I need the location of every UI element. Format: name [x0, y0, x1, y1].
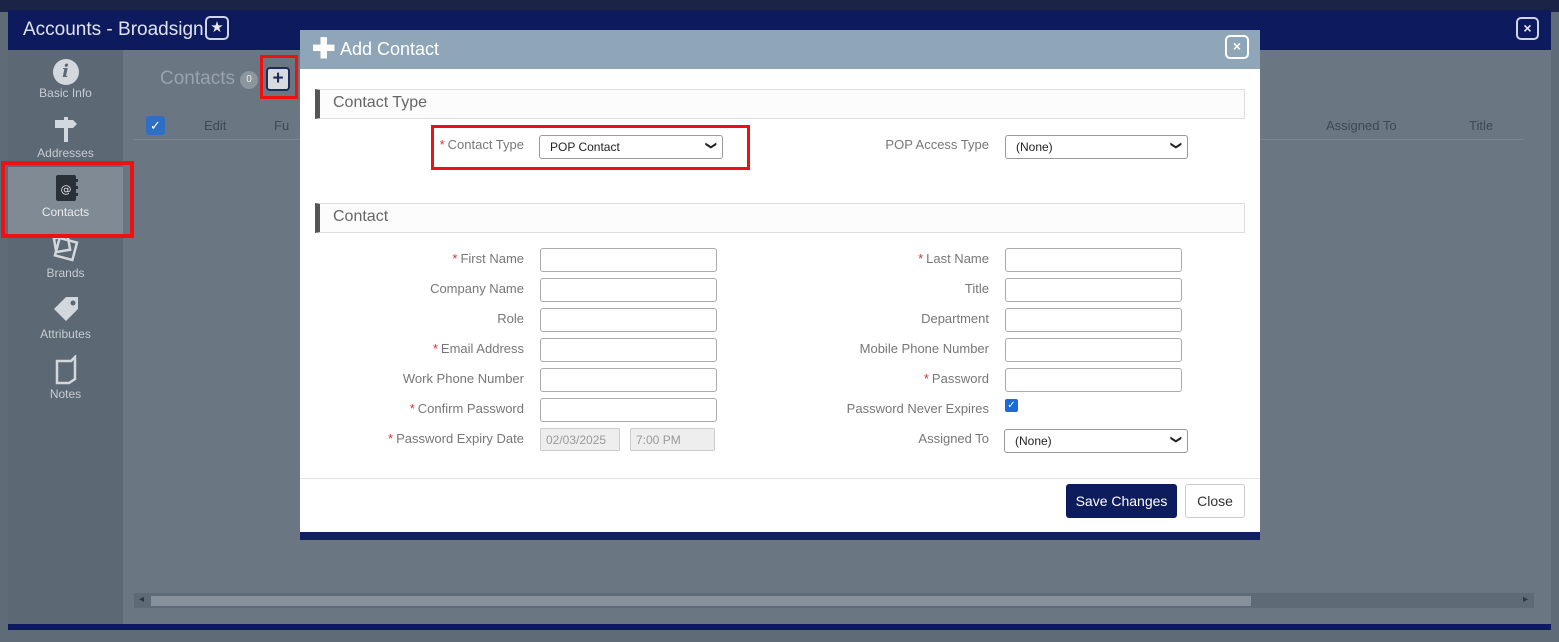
- company-name-label: Company Name: [430, 281, 524, 296]
- tags-icon: [8, 295, 123, 327]
- first-name-input[interactable]: [540, 248, 717, 272]
- count-badge: 0: [240, 71, 258, 89]
- brands-icon: [8, 234, 123, 266]
- scroll-right-icon[interactable]: ▸: [1523, 594, 1528, 605]
- confirm-password-input[interactable]: [540, 398, 717, 422]
- column-title[interactable]: Title: [1469, 118, 1493, 133]
- password-never-expires-label: Password Never Expires: [846, 401, 989, 416]
- column-edit[interactable]: Edit: [204, 118, 226, 133]
- modal-title: Add Contact: [340, 39, 440, 59]
- scroll-thumb[interactable]: [151, 596, 1251, 606]
- sidebar-item-label: Brands: [46, 266, 85, 280]
- password-label: * Password: [923, 371, 989, 386]
- title-input[interactable]: [1005, 278, 1182, 302]
- email-address-input[interactable]: [540, 338, 717, 362]
- expiry-date-input[interactable]: 02/03/2025: [540, 428, 620, 451]
- plus-icon: ✚: [312, 33, 336, 64]
- confirm-password-label: * Confirm Password: [409, 401, 524, 416]
- pop-access-type-select[interactable]: (None) ❯: [1005, 135, 1188, 159]
- company-name-input[interactable]: [540, 278, 717, 302]
- section-contact-type: Contact Type: [315, 89, 1245, 119]
- sidebar: i Basic Info Addresses @ Contacts Brands: [8, 50, 123, 624]
- column-full-name[interactable]: Fu: [274, 118, 289, 133]
- window-title: Accounts - Broadsign: [23, 19, 204, 40]
- close-button[interactable]: Close: [1185, 484, 1245, 518]
- note-icon: [8, 353, 123, 387]
- pop-access-type-label: POP Access Type: [885, 137, 989, 152]
- contacts-highlight: [1, 161, 134, 238]
- add-contact-modal: ✚ Add Contact × Contact Type * Contact Ty…: [300, 30, 1260, 540]
- sidebar-item-label: Basic Info: [39, 86, 92, 100]
- sidebar-item-label: Notes: [49, 387, 82, 401]
- modal-header: ✚ Add Contact ×: [300, 30, 1260, 69]
- add-button-highlight: [260, 55, 298, 99]
- modal-bottom-band: [300, 532, 1260, 540]
- sidebar-item-attributes[interactable]: Attributes: [8, 295, 123, 353]
- assigned-to-select[interactable]: (None) ❯: [1004, 429, 1188, 453]
- favorite-star-icon[interactable]: ★: [205, 16, 229, 40]
- role-label: Role: [497, 311, 524, 326]
- last-name-label: * Last Name: [918, 251, 989, 266]
- bottom-bar: [8, 624, 1551, 630]
- modal-close-icon[interactable]: ×: [1225, 35, 1249, 59]
- section-contact: Contact: [315, 203, 1245, 233]
- sidebar-item-notes[interactable]: Notes: [8, 353, 123, 413]
- work-phone-input[interactable]: [540, 368, 717, 392]
- password-input[interactable]: [1005, 368, 1182, 392]
- mobile-phone-label: Mobile Phone Number: [859, 341, 989, 356]
- select-all-checkbox[interactable]: ✓: [146, 116, 165, 135]
- role-input[interactable]: [540, 308, 717, 332]
- title-label: Title: [964, 281, 989, 296]
- page-title: Contacts: [160, 68, 235, 89]
- chevron-down-icon: ❯: [1169, 434, 1182, 445]
- footer-divider: [300, 478, 1260, 479]
- save-changes-button[interactable]: Save Changes: [1066, 484, 1177, 518]
- window-close-icon[interactable]: ×: [1516, 17, 1539, 40]
- department-input[interactable]: [1005, 308, 1182, 332]
- scroll-left-icon[interactable]: ◂: [139, 594, 144, 605]
- password-expiry-date-label: * Password Expiry Date: [388, 431, 524, 446]
- horizontal-scrollbar[interactable]: ◂ ▸: [134, 593, 1534, 608]
- work-phone-label: Work Phone Number: [402, 371, 524, 386]
- sidebar-item-label: Addresses: [37, 146, 94, 160]
- sidebar-item-basic-info[interactable]: i Basic Info: [8, 54, 123, 112]
- chevron-down-icon: ❯: [1169, 140, 1182, 151]
- info-icon: i: [8, 54, 123, 86]
- column-assigned-to[interactable]: Assigned To: [1326, 118, 1397, 133]
- email-address-label: * Email Address: [432, 341, 524, 356]
- first-name-label: * First Name: [452, 251, 524, 266]
- last-name-input[interactable]: [1005, 248, 1182, 272]
- mobile-phone-input[interactable]: [1005, 338, 1182, 362]
- assigned-to-label: Assigned To: [918, 431, 989, 446]
- department-label: Department: [921, 311, 989, 326]
- sidebar-item-brands[interactable]: Brands: [8, 234, 123, 292]
- signpost-icon: [8, 114, 123, 146]
- contact-type-highlight: [431, 125, 750, 170]
- password-never-expires-checkbox[interactable]: ✓: [1005, 399, 1018, 412]
- expiry-time-input[interactable]: 7:00 PM: [630, 428, 715, 451]
- sidebar-item-label: Attributes: [40, 327, 91, 341]
